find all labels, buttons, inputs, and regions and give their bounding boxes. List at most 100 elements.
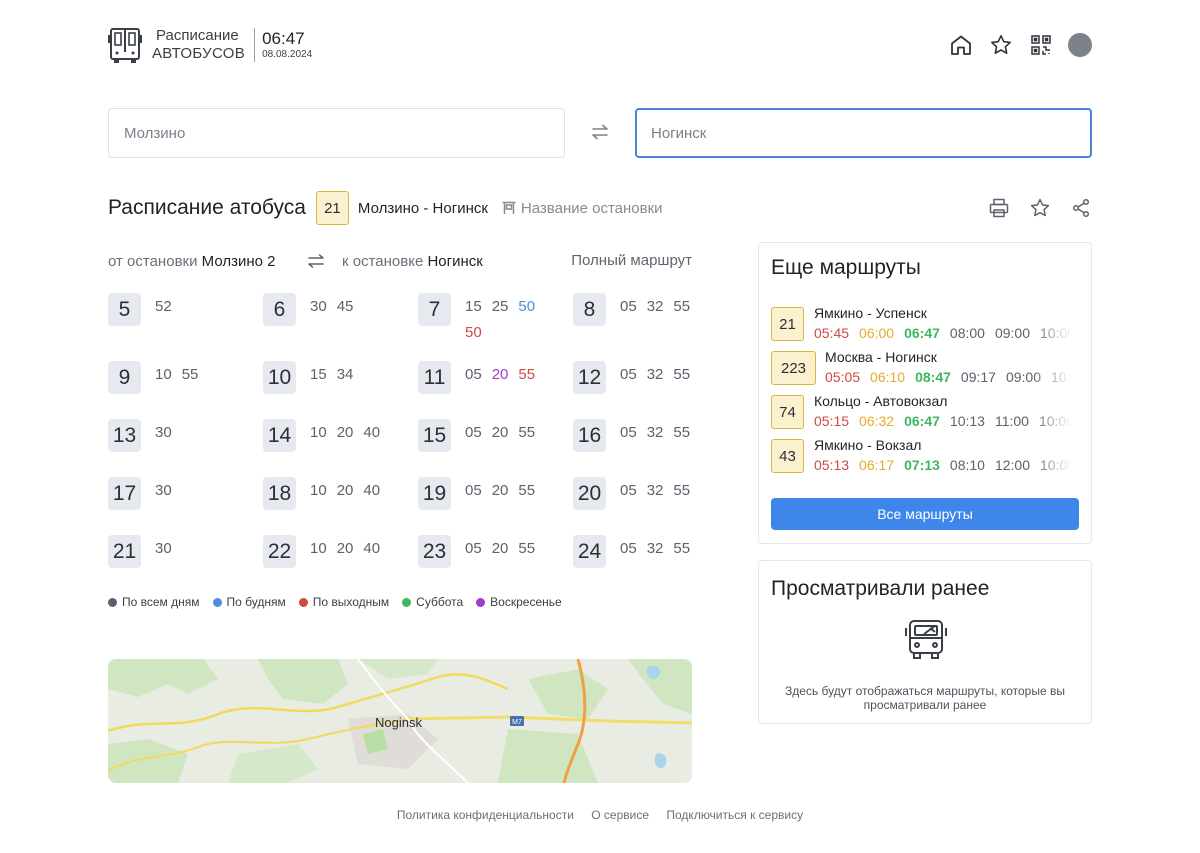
departure-minute[interactable]: 30 [310, 294, 327, 320]
schedule-title-row: Расписание атобуса 21 Молзино - Ногинск … [108, 191, 663, 225]
departure-minute[interactable]: 20 [337, 420, 354, 446]
fade-overlay [1033, 411, 1079, 431]
home-icon[interactable] [948, 32, 974, 58]
departure-minute[interactable]: 30 [155, 478, 172, 504]
logo-line2: АВТОБУСОВ [152, 45, 246, 62]
departure-minute[interactable]: 55 [673, 536, 690, 562]
departure-minute[interactable]: 05 [620, 478, 637, 504]
departure-minute[interactable]: 15 [310, 362, 327, 388]
clock: 06:47 08.08.2024 [262, 29, 312, 61]
full-route-link[interactable]: Полный маршрут [571, 252, 692, 269]
route-item[interactable]: 223 Москва - Ногинск 05:05 06:10 08:47 09:17 0… [771, 349, 1091, 389]
departure-minute[interactable]: 55 [673, 420, 690, 446]
departure-minute[interactable]: 55 [673, 478, 690, 504]
departure-minute[interactable]: 20 [337, 478, 354, 504]
departure-minute[interactable]: 30 [155, 420, 172, 446]
departure-minute[interactable]: 32 [647, 362, 664, 388]
hour-cell: 19 05 20 55 [418, 476, 573, 534]
from-stop-name[interactable]: Молзино 2 [202, 253, 276, 270]
hour-cell: 24 05 32 55 [573, 534, 728, 592]
about-link[interactable]: О сервисе [591, 808, 649, 822]
departure-minute[interactable]: 52 [155, 294, 172, 320]
all-routes-button[interactable]: Все маршруты [771, 498, 1079, 530]
departure-minute[interactable]: 20 [492, 420, 509, 446]
departure-minute[interactable]: 55 [673, 362, 690, 388]
departure-minute[interactable]: 55 [518, 362, 535, 388]
departure-minute[interactable]: 20 [337, 536, 354, 562]
departure-minute[interactable]: 32 [647, 420, 664, 446]
departure-minute[interactable]: 05 [620, 294, 637, 320]
legend-dot [402, 597, 412, 607]
hour-badge: 10 [263, 361, 296, 394]
share-icon[interactable] [1070, 197, 1092, 219]
swap-direction-icon[interactable] [589, 121, 611, 143]
star-icon[interactable] [988, 32, 1014, 58]
departure-minute[interactable]: 55 [518, 478, 535, 504]
departure-minute[interactable]: 10 [310, 536, 327, 562]
star-icon[interactable] [1029, 197, 1051, 219]
route-time: 05:05 [825, 369, 861, 385]
privacy-policy-link[interactable]: Политика конфиденциальности [397, 808, 574, 822]
departure-minute[interactable]: 55 [182, 362, 199, 388]
logo-line1: Расписание [156, 27, 239, 44]
departure-minute[interactable]: 05 [620, 536, 637, 562]
hour-cell: 6 30 45 [263, 292, 418, 360]
legend-item: Суббота [402, 595, 463, 609]
minutes-list: 05 20 55 [465, 362, 561, 388]
city-label: Noginsk [375, 715, 422, 730]
viewed-earlier-panel: Просматривали ранее Здесь будут отобража… [758, 560, 1092, 724]
departure-minute[interactable]: 25 [492, 294, 509, 320]
departure-minute[interactable]: 05 [465, 362, 482, 388]
departure-minute[interactable]: 05 [465, 478, 482, 504]
fade-overlay [1033, 367, 1079, 387]
to-stop-name[interactable]: Ногинск [427, 253, 482, 270]
departure-minute[interactable]: 40 [363, 478, 380, 504]
route-map[interactable]: M7 Noginsk [108, 659, 692, 783]
fade-overlay [1033, 455, 1079, 475]
departure-minute[interactable]: 40 [363, 536, 380, 562]
departure-minute[interactable]: 15 [465, 294, 482, 320]
from-stop-label: от остановки [108, 253, 198, 270]
route-name: Ямкино - Успенск [814, 305, 927, 321]
departure-minute[interactable]: 20 [492, 362, 509, 388]
departure-minute[interactable]: 05 [620, 362, 637, 388]
print-icon[interactable] [988, 197, 1010, 219]
hour-badge: 5 [108, 293, 141, 326]
departure-minute[interactable]: 05 [620, 420, 637, 446]
qr-code-icon[interactable] [1028, 32, 1054, 58]
route-time: 08:00 [949, 325, 985, 341]
schedule-grid: 5 52 6 30 45 7 15 25 50 50 8 05 32 55 9 10 55 10 15 34 11 05 2… [108, 292, 728, 592]
departure-minute[interactable]: 30 [155, 536, 172, 562]
road-label: M7 [512, 719, 522, 726]
departure-minute[interactable]: 10 [310, 420, 327, 446]
departure-minute[interactable]: 32 [647, 478, 664, 504]
departure-minute[interactable]: 05 [465, 420, 482, 446]
departure-minute[interactable]: 55 [673, 294, 690, 320]
logo-divider [254, 28, 256, 62]
departure-minute[interactable]: 32 [647, 536, 664, 562]
departure-minute[interactable]: 50 [518, 294, 535, 320]
from-stop-input[interactable]: Молзино [108, 108, 565, 158]
departure-minute[interactable]: 10 [310, 478, 327, 504]
route-item[interactable]: 21 Ямкино - Успенск 05:45 06:00 06:47 08:00 09… [771, 305, 1091, 345]
departure-minute[interactable]: 45 [337, 294, 354, 320]
departure-minute[interactable]: 20 [492, 478, 509, 504]
departure-minute[interactable]: 20 [492, 536, 509, 562]
departure-minute[interactable]: 32 [647, 294, 664, 320]
departure-minute[interactable]: 55 [518, 536, 535, 562]
direction-row: от остановки Молзино 2 к остановке Ногин… [108, 251, 692, 273]
route-item[interactable]: 74 Кольцо - Автовокзал 05:15 06:32 06:47 10:1… [771, 393, 1091, 433]
departure-minute[interactable]: 55 [518, 420, 535, 446]
swap-stops-icon[interactable] [306, 251, 326, 275]
departure-minute[interactable]: 50 [465, 320, 482, 346]
departure-minute[interactable]: 05 [465, 536, 482, 562]
departure-minute[interactable]: 40 [363, 420, 380, 446]
departure-minute[interactable]: 34 [337, 362, 354, 388]
route-item[interactable]: 43 Ямкино - Вокзал 05:13 06:17 07:13 08:10 12:… [771, 437, 1091, 477]
logo[interactable]: Расписание АВТОБУСОВ 06:47 08.08.2024 [108, 26, 312, 64]
connect-service-link[interactable]: Подключиться к сервису [666, 808, 803, 822]
avatar[interactable] [1068, 33, 1092, 57]
stop-name-link[interactable]: Название остановки [501, 200, 663, 217]
departure-minute[interactable]: 10 [155, 362, 172, 388]
to-stop-input[interactable]: Ногинск [635, 108, 1092, 158]
